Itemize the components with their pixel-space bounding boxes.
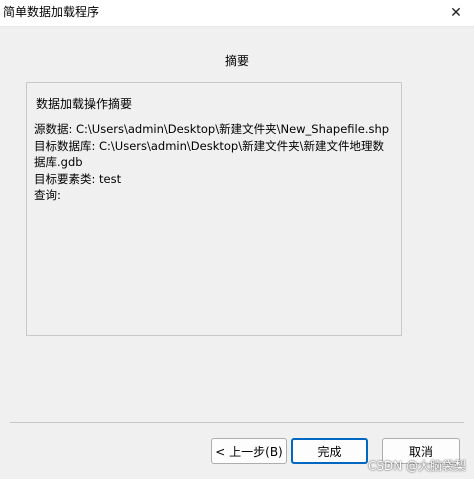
footer-separator xyxy=(10,422,464,423)
page-heading: 摘要 xyxy=(224,54,249,68)
close-icon[interactable]: ✕ xyxy=(438,0,474,26)
back-button[interactable]: < 上一步(B) xyxy=(211,438,287,464)
watermark: CSDN @大脑袋梨 xyxy=(367,459,466,473)
summary-textbox[interactable]: 源数据: C:\Users\admin\Desktop\新建文件夹\New_Sh… xyxy=(34,121,390,204)
summary-group: 数据加载操作摘要 源数据: C:\Users\admin\Desktop\新建文… xyxy=(26,82,402,336)
title-bar: 简单数据加载程序 ✕ xyxy=(0,0,474,27)
finish-button[interactable]: 完成 xyxy=(291,438,368,464)
summary-group-label: 数据加载操作摘要 xyxy=(36,97,133,111)
window-title: 简单数据加载程序 xyxy=(3,5,100,19)
